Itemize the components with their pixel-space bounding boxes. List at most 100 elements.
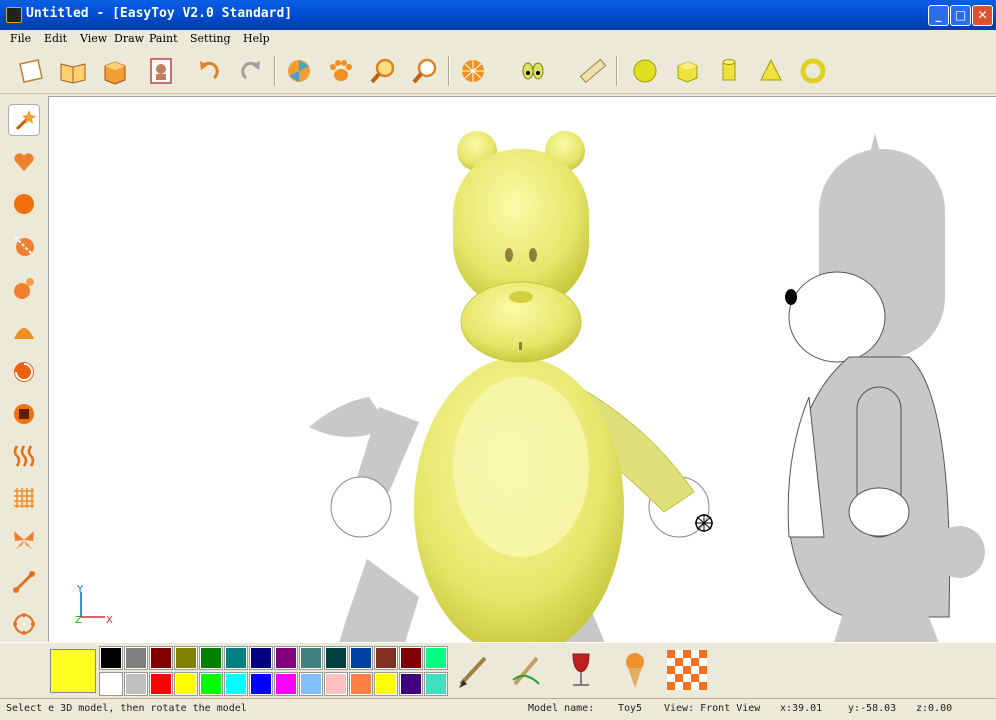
menu-view[interactable]: View: [80, 32, 107, 45]
left-eye: [505, 248, 513, 262]
palette-swatch[interactable]: [224, 672, 248, 696]
axis-gizmo: Y Z X: [75, 584, 113, 626]
zoom-out-icon[interactable]: [408, 54, 442, 88]
minimize-button[interactable]: _: [928, 5, 949, 26]
palette-swatch[interactable]: [199, 646, 223, 670]
coord-x: x:39.01: [780, 703, 823, 714]
side-muzzle[interactable]: [788, 271, 886, 363]
palette-swatch[interactable]: [399, 646, 423, 670]
texture-ball-icon[interactable]: [456, 54, 490, 88]
menu-help[interactable]: Help: [243, 32, 270, 45]
sphere-icon[interactable]: [628, 54, 662, 88]
cube-icon[interactable]: [670, 54, 704, 88]
ruler-icon[interactable]: [576, 54, 610, 88]
view-mode: View: Front View: [664, 703, 761, 714]
wine-glass-icon[interactable]: [560, 647, 602, 693]
close-button[interactable]: ✕: [972, 5, 993, 26]
rotate-icon[interactable]: [8, 356, 40, 388]
palette-swatch[interactable]: [249, 672, 273, 696]
palette-swatch[interactable]: [274, 672, 298, 696]
app-icon[interactable]: [6, 7, 22, 23]
side-nose: [785, 289, 797, 305]
menu-setting[interactable]: Setting: [190, 32, 231, 45]
main-toolbar: [0, 48, 996, 94]
palette-swatch[interactable]: [349, 672, 373, 696]
palette-swatch[interactable]: [399, 672, 423, 696]
palette-swatch[interactable]: [149, 646, 173, 670]
axis-z-label: Z: [75, 615, 82, 626]
palette-swatch[interactable]: [299, 672, 323, 696]
paw-icon[interactable]: [324, 54, 358, 88]
brush-icon[interactable]: [452, 647, 494, 693]
axis-y-label: Y: [76, 584, 84, 595]
palette-swatch[interactable]: [124, 646, 148, 670]
undo-icon[interactable]: [192, 54, 226, 88]
toolbar-separator: [448, 56, 450, 86]
palette-swatch[interactable]: [349, 646, 373, 670]
menu-paint[interactable]: Paint: [149, 32, 178, 45]
palette-swatch[interactable]: [299, 646, 323, 670]
bulge-icon[interactable]: [8, 314, 40, 346]
eyes-icon[interactable]: [516, 54, 550, 88]
model-name-value: Toy5: [618, 703, 643, 714]
left-tool-panel: [0, 94, 46, 642]
palette-swatch[interactable]: [249, 646, 273, 670]
new-page-icon[interactable]: [14, 54, 48, 88]
palette-swatch[interactable]: [174, 646, 198, 670]
menu-draw[interactable]: Draw: [114, 32, 144, 45]
zoom-in-icon[interactable]: [366, 54, 400, 88]
redo-icon[interactable]: [234, 54, 268, 88]
palette-swatch[interactable]: [324, 672, 348, 696]
open-box-icon[interactable]: [98, 54, 132, 88]
palette-swatch[interactable]: [374, 646, 398, 670]
palette-swatch[interactable]: [99, 672, 123, 696]
modeling-canvas[interactable]: Y Z X: [48, 96, 996, 642]
open-book-icon[interactable]: [56, 54, 90, 88]
side-hand[interactable]: [848, 487, 910, 537]
bone-icon[interactable]: [8, 566, 40, 598]
palette-swatch[interactable]: [274, 646, 298, 670]
cone-icon[interactable]: [754, 54, 788, 88]
magic-wand-icon[interactable]: [8, 104, 40, 136]
button-icon[interactable]: [8, 398, 40, 430]
model-name-label: Model name:: [528, 703, 595, 714]
palette-swatch[interactable]: [199, 672, 223, 696]
toy-front-model[interactable]: [309, 131, 710, 642]
outline-icon[interactable]: [8, 608, 40, 640]
palette-swatch[interactable]: [149, 672, 173, 696]
menu-edit[interactable]: Edit: [44, 32, 67, 45]
cut-icon[interactable]: [8, 230, 40, 262]
heart-shape-icon[interactable]: [8, 146, 40, 178]
torus-icon[interactable]: [796, 54, 830, 88]
palette-swatch[interactable]: [374, 672, 398, 696]
cylinder-icon[interactable]: [712, 54, 746, 88]
pinwheel-icon[interactable]: [282, 54, 316, 88]
coord-y: y:-58.03: [848, 703, 897, 714]
grid-icon[interactable]: [8, 482, 40, 514]
palette-swatch[interactable]: [174, 672, 198, 696]
menu-file[interactable]: File: [10, 32, 31, 45]
left-hand[interactable]: [330, 476, 392, 538]
palette-swatch[interactable]: [224, 646, 248, 670]
palette-swatch[interactable]: [124, 672, 148, 696]
toy-template-icon[interactable]: [144, 54, 178, 88]
left-leg[interactable]: [339, 559, 419, 642]
checker-icon[interactable]: [666, 647, 708, 693]
palette-swatch[interactable]: [324, 646, 348, 670]
palette-swatch[interactable]: [424, 672, 448, 696]
maximize-button[interactable]: □: [950, 5, 971, 26]
airbrush-icon[interactable]: [506, 647, 548, 693]
right-eye: [529, 248, 537, 262]
ellipse-icon[interactable]: [8, 188, 40, 220]
palette-swatch[interactable]: [424, 646, 448, 670]
butterfly-icon[interactable]: [8, 524, 40, 556]
side-tail[interactable]: [933, 526, 985, 578]
ice-cream-icon[interactable]: [614, 647, 656, 693]
joint-icon[interactable]: [8, 272, 40, 304]
toolbar-separator: [616, 56, 618, 86]
palette-swatch[interactable]: [99, 646, 123, 670]
current-color-swatch[interactable]: [50, 649, 96, 693]
wave-icon[interactable]: [8, 440, 40, 472]
status-bar: Select e 3D model, then rotate the model…: [0, 698, 996, 720]
toy-side-model[interactable]: [785, 133, 985, 642]
